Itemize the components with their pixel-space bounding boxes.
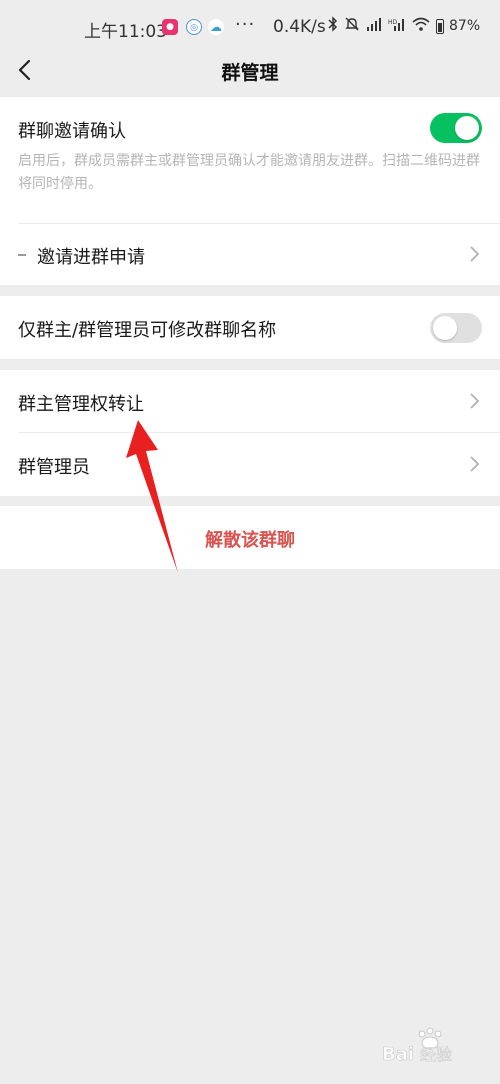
chevron-right-icon <box>468 392 480 410</box>
invite-section: 群聊邀请确认 启用后，群成员需群主或群管理员确认才能邀请朋友进群。扫描二维码进群… <box>0 97 500 285</box>
app-notification-icon: ◎ <box>186 19 202 35</box>
dissolve-group-button[interactable]: 解散该群聊 <box>0 526 500 552</box>
battery-percent: 87% <box>449 18 481 34</box>
invite-confirm-toggle[interactable] <box>430 113 482 143</box>
admins-label: 群管理员 <box>18 457 90 478</box>
app-notification-icon: ☁ <box>208 19 224 35</box>
only-admin-rename-toggle[interactable] <box>430 313 482 343</box>
invite-requests-label: 邀请进群申请 <box>37 247 145 268</box>
svg-text:Bai: Bai <box>382 1044 414 1065</box>
battery-icon <box>436 18 444 34</box>
invite-requests-row[interactable]: 邀请进群申请 <box>0 224 500 285</box>
toggle-knob <box>433 316 457 340</box>
invite-confirm-description: 启用后，群成员需群主或群管理员确认才能邀请朋友进群。扫描二维码进群将同时停用。 <box>18 153 480 192</box>
bluetooth-icon <box>328 16 338 36</box>
nav-bar: 群管理 <box>0 46 500 96</box>
transfer-owner-label: 群主管理权转让 <box>18 394 144 415</box>
chevron-right-icon <box>468 455 480 473</box>
watermark-logo: Bai 经验 <box>382 1027 452 1065</box>
more-notifications-icon: ··· <box>235 14 256 35</box>
annotation-arrow-icon <box>126 420 178 573</box>
owner-section: 群主管理权转让 群管理员 <box>0 370 500 496</box>
signal-icon <box>366 17 382 35</box>
page-title: 群管理 <box>221 62 279 84</box>
invite-confirm-label: 群聊邀请确认 <box>18 121 126 142</box>
network-speed: 0.4K/s <box>273 17 326 37</box>
dash-mark <box>18 254 26 256</box>
mute-icon <box>344 16 360 36</box>
app-notification-icon: ● <box>162 19 178 35</box>
dissolve-section: 解散该群聊 <box>0 506 500 569</box>
svg-text:经验: 经验 <box>420 1045 452 1064</box>
status-icons: HD <box>328 16 444 36</box>
chevron-right-icon <box>468 245 480 263</box>
only-admin-rename-label: 仅群主/群管理员可修改群聊名称 <box>18 320 277 341</box>
toggle-knob <box>455 116 479 140</box>
signal-hd-icon: HD <box>388 17 406 35</box>
admins-row[interactable]: 群管理员 <box>0 433 500 496</box>
rename-permission-section: 仅群主/群管理员可修改群聊名称 <box>0 296 500 359</box>
wifi-icon <box>412 17 430 35</box>
svg-text:HD: HD <box>388 19 398 26</box>
transfer-owner-row[interactable]: 群主管理权转让 <box>0 370 500 432</box>
status-time: 上午11:03 <box>84 22 167 42</box>
